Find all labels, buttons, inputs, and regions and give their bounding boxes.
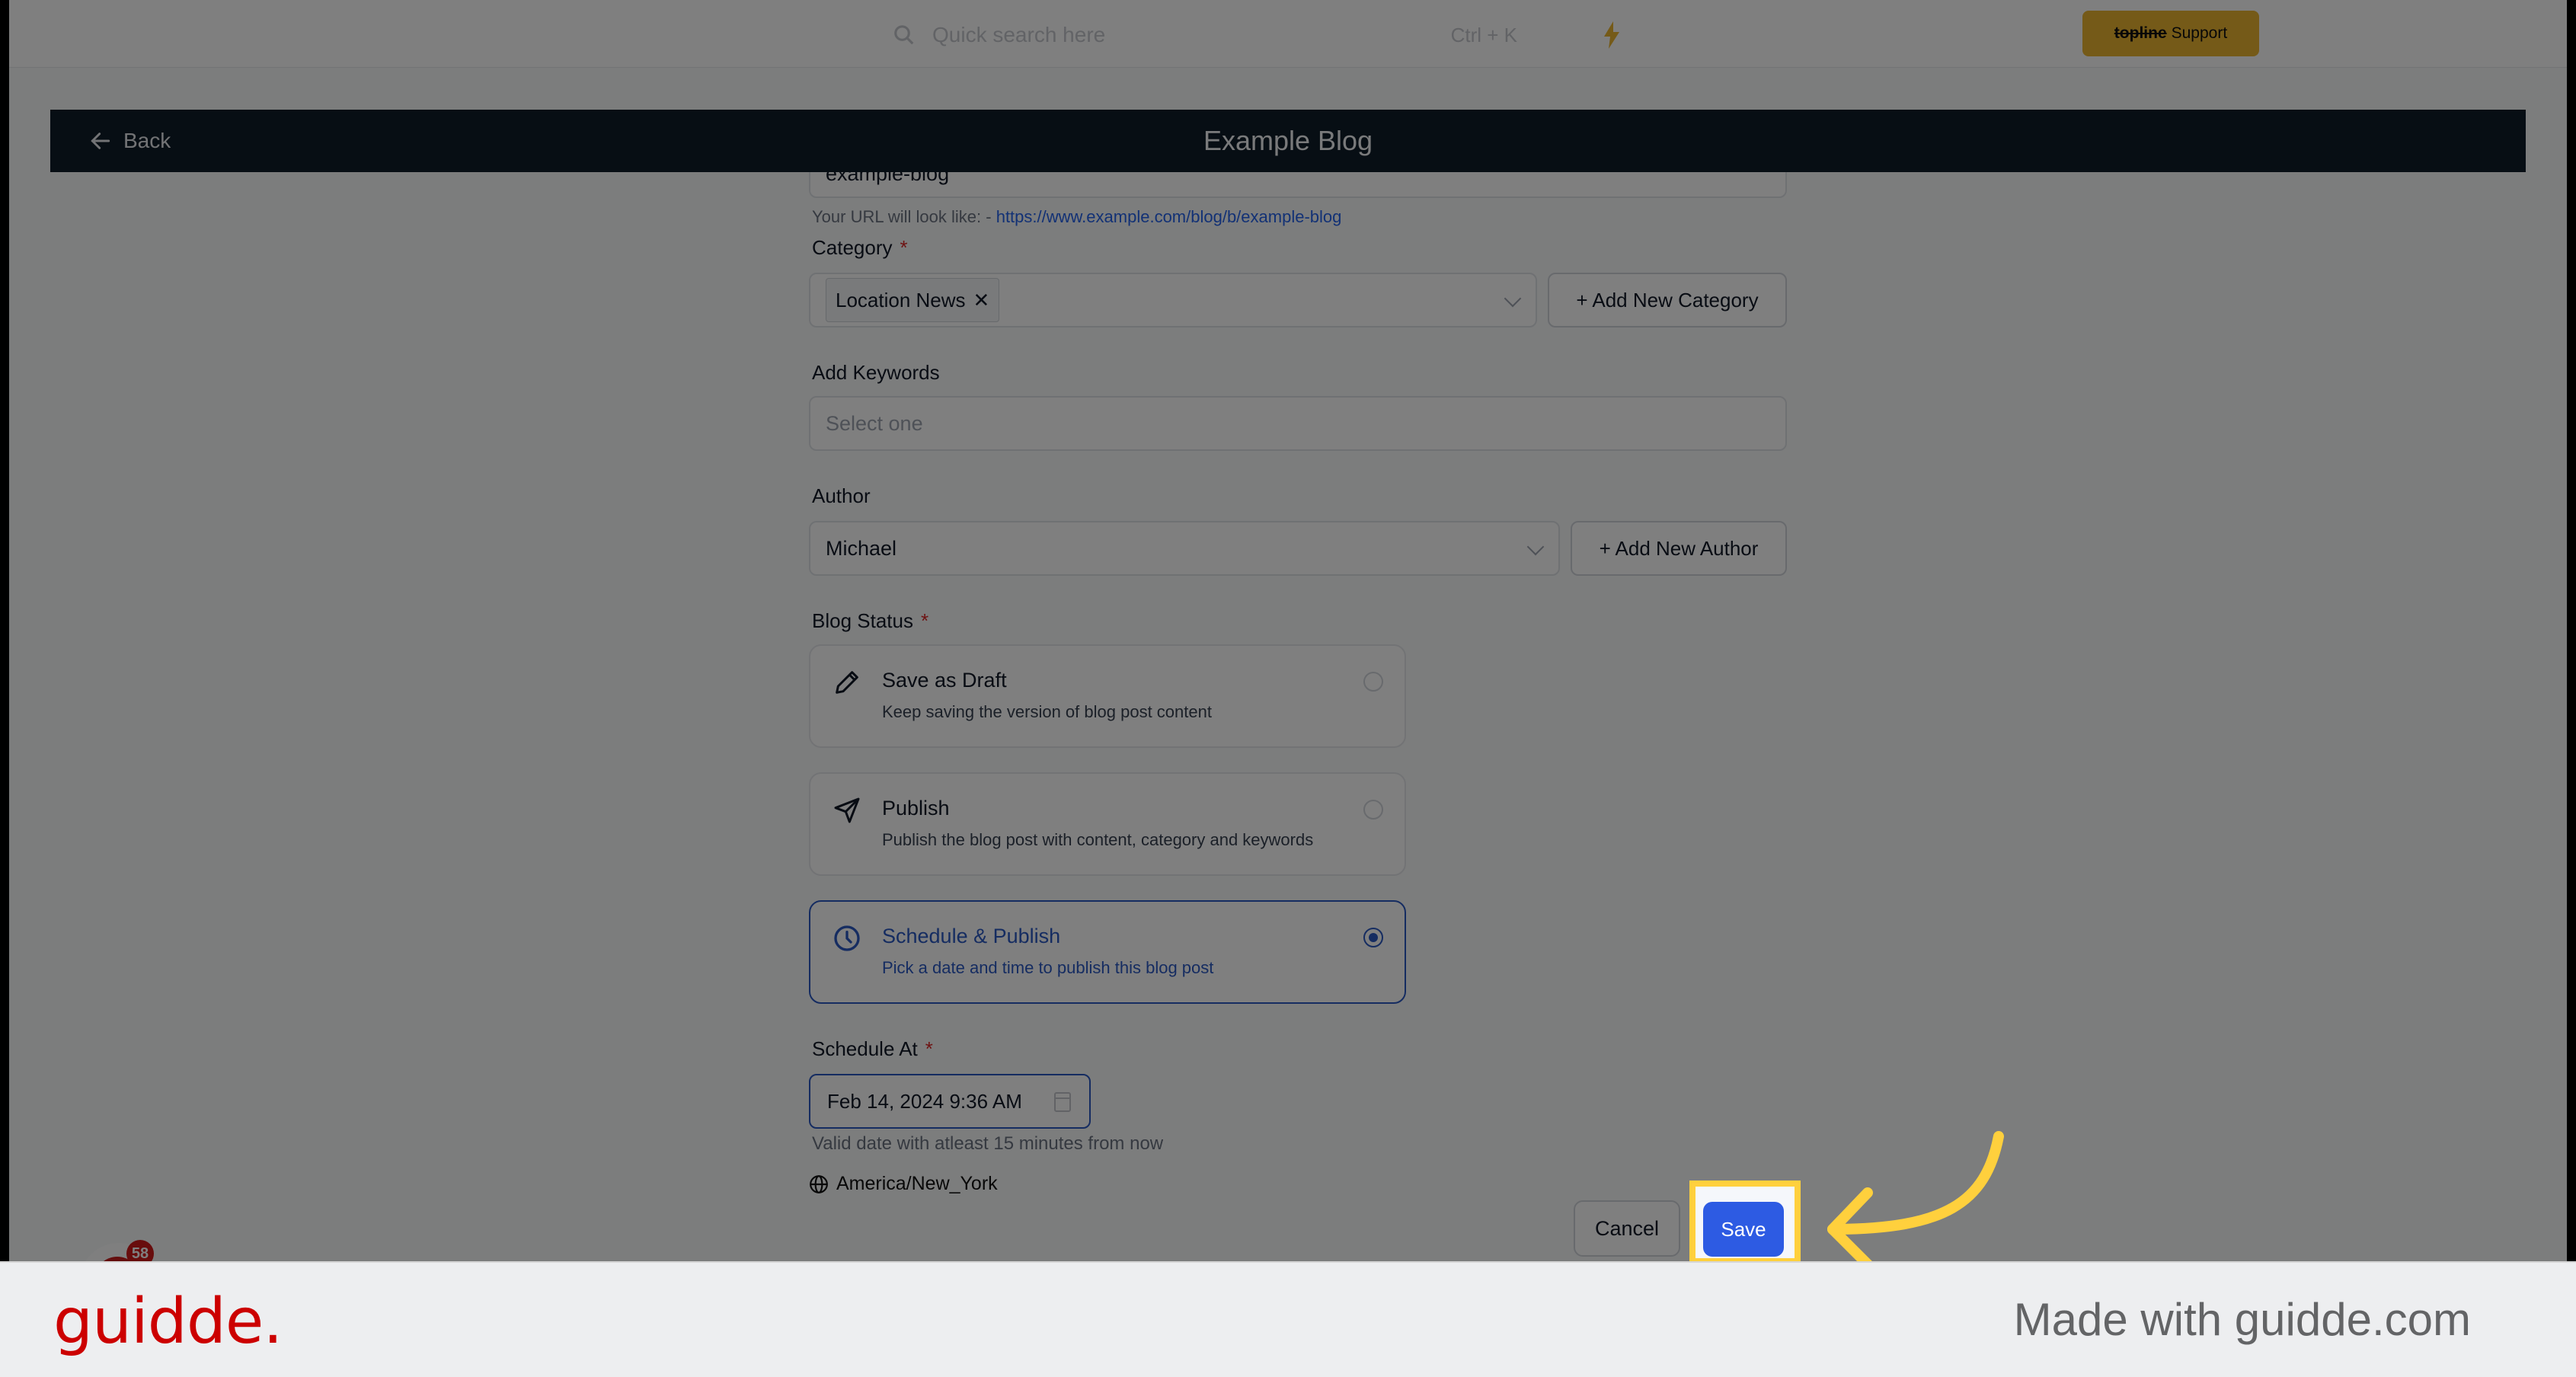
- add-category-button[interactable]: + Add New Category: [1548, 273, 1787, 327]
- status-option-draft[interactable]: Save as Draft Keep saving the version of…: [809, 644, 1406, 748]
- search-shortcut: Ctrl + K: [1450, 23, 1517, 46]
- editor-header: Back Example Blog: [50, 110, 2526, 172]
- option-title: Schedule & Publish: [882, 925, 1061, 947]
- schedule-value: Feb 14, 2024 9:36 AM: [827, 1089, 1022, 1113]
- author-label: Author: [812, 484, 871, 507]
- pointer-arrow-icon: [1827, 1131, 2004, 1261]
- status-option-schedule[interactable]: Schedule & Publish Pick a date and time …: [809, 900, 1406, 1004]
- radio-draft[interactable]: [1363, 672, 1383, 692]
- option-title: Save as Draft: [882, 669, 1007, 692]
- option-title: Publish: [882, 797, 950, 819]
- page-title: Example Blog: [1203, 125, 1373, 156]
- guidde-footer: guidde. Made with guidde.com: [0, 1261, 2576, 1377]
- top-app-bar: Quick search here Ctrl + K topline Suppo…: [9, 0, 2567, 68]
- support-button[interactable]: topline Support: [2082, 11, 2259, 56]
- made-with-text: Made with guidde.com: [2013, 1294, 2471, 1345]
- keywords-input[interactable]: Select one: [809, 396, 1787, 451]
- quick-search[interactable]: Quick search here Ctrl + K: [893, 18, 1517, 52]
- radio-schedule[interactable]: [1363, 928, 1383, 947]
- calendar-icon[interactable]: [1054, 1092, 1071, 1112]
- category-label: Category *: [812, 236, 908, 259]
- keywords-label: Add Keywords: [812, 361, 940, 384]
- guidde-logo: guidde.: [53, 1286, 283, 1358]
- cancel-button[interactable]: Cancel: [1574, 1200, 1680, 1257]
- send-icon: [834, 797, 860, 823]
- schedule-datetime-input[interactable]: Feb 14, 2024 9:36 AM: [809, 1074, 1091, 1129]
- category-chip-label: Location News: [836, 288, 966, 312]
- category-select[interactable]: Location News ✕: [809, 273, 1537, 327]
- author-select[interactable]: Michael: [809, 521, 1560, 576]
- chevron-down-icon: [1504, 289, 1522, 308]
- lightning-icon[interactable]: [1604, 21, 1619, 49]
- support-brand: topline: [2114, 24, 2167, 42]
- schedule-label: Schedule At *: [812, 1037, 933, 1060]
- globe-icon: [810, 1174, 828, 1193]
- keywords-placeholder: Select one: [826, 411, 923, 435]
- add-author-button[interactable]: + Add New Author: [1571, 521, 1787, 576]
- app-screen: Quick search here Ctrl + K topline Suppo…: [9, 0, 2567, 1261]
- chevron-down-icon: [1526, 538, 1545, 556]
- schedule-hint: Valid date with atleast 15 minutes from …: [812, 1133, 1164, 1154]
- option-description: Keep saving the version of blog post con…: [882, 702, 1212, 721]
- required-mark: *: [900, 236, 908, 259]
- pencil-icon: [836, 671, 858, 694]
- author-value: Michael: [826, 536, 897, 560]
- status-option-publish[interactable]: Publish Publish the blog post with conte…: [809, 772, 1406, 876]
- blog-status-label: Blog Status *: [812, 609, 929, 632]
- notification-badge: 58: [126, 1240, 154, 1261]
- radio-publish[interactable]: [1363, 800, 1383, 819]
- support-label: Support: [2171, 24, 2228, 42]
- option-description: Publish the blog post with content, cate…: [882, 830, 1314, 849]
- search-placeholder: Quick search here: [932, 23, 1106, 46]
- search-icon: [894, 25, 914, 45]
- clock-icon: [834, 925, 860, 951]
- required-mark: *: [920, 609, 929, 632]
- url-preview-link[interactable]: https://www.example.com/blog/b/example-b…: [996, 207, 1342, 226]
- url-hint: Your URL will look like: - https://www.e…: [812, 207, 1341, 227]
- category-chip: Location News ✕: [826, 278, 1000, 322]
- close-icon[interactable]: ✕: [973, 289, 990, 312]
- url-hint-prefix: Your URL will look like: -: [812, 207, 992, 226]
- required-mark: *: [925, 1037, 933, 1060]
- save-button[interactable]: Save: [1703, 1202, 1784, 1257]
- option-description: Pick a date and time to publish this blo…: [882, 958, 1214, 977]
- timezone-value: America/New_York: [836, 1173, 998, 1194]
- timezone: America/New_York: [809, 1173, 998, 1195]
